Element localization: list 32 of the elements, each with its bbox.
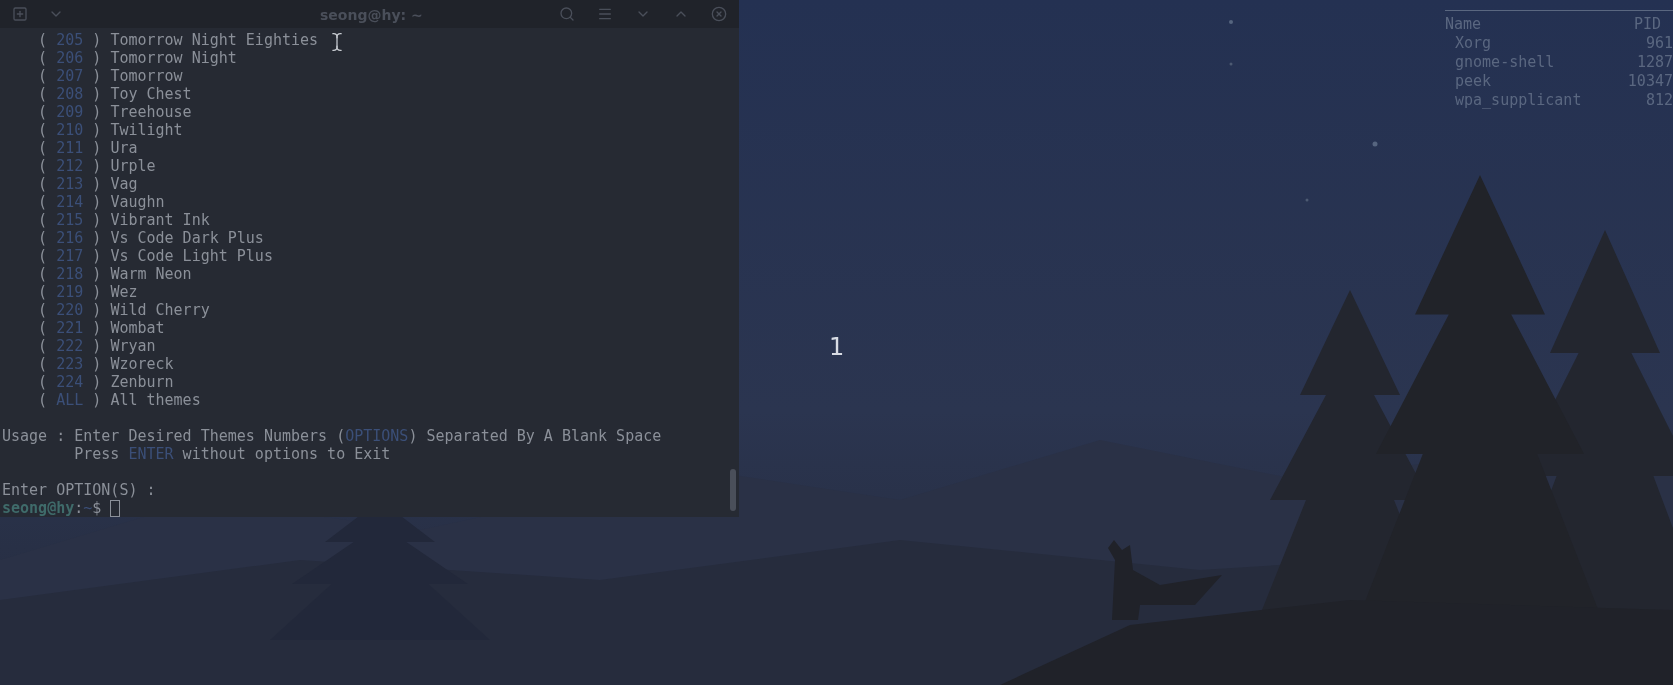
usage-line: Press ENTER without options to Exit bbox=[73, 445, 391, 463]
theme-option-line: ( 223 ) Wzoreck bbox=[37, 355, 174, 373]
text-cursor bbox=[110, 499, 121, 517]
theme-option-line: ( 220 ) Wild Cherry bbox=[37, 301, 210, 319]
theme-option-line: ( 207 ) Tomorrow bbox=[37, 67, 183, 85]
close-icon[interactable] bbox=[711, 6, 727, 22]
input-prompt: Enter OPTION(S) : bbox=[2, 481, 156, 499]
theme-option-line: ( 211 ) Ura bbox=[37, 139, 138, 157]
theme-option-line: ( 215 ) Vibrant Ink bbox=[37, 211, 210, 229]
theme-option-line: ( ALL ) All themes bbox=[37, 391, 201, 409]
theme-option-line: ( 219 ) Wez bbox=[37, 283, 138, 301]
theme-option-line: ( 208 ) Toy Chest bbox=[37, 85, 192, 103]
search-icon[interactable] bbox=[559, 6, 575, 22]
theme-option-line: ( 218 ) Warm Neon bbox=[37, 265, 192, 283]
theme-option-line: ( 217 ) Vs Code Light Plus bbox=[37, 247, 273, 265]
theme-option-line: ( 214 ) Vaughn bbox=[37, 193, 165, 211]
workspace-number: 1 bbox=[829, 332, 845, 363]
theme-option-line: ( 212 ) Urple bbox=[37, 157, 156, 175]
theme-option-line: ( 209 ) Treehouse bbox=[37, 103, 192, 121]
theme-option-line: ( 213 ) Vag bbox=[37, 175, 138, 193]
new-tab-icon[interactable] bbox=[12, 6, 28, 22]
usage-line: Usage : Enter Desired Themes Numbers (OPTIONS) Separated By A Blank Space bbox=[2, 427, 662, 445]
theme-option-line: ( 221 ) Wombat bbox=[37, 319, 165, 337]
scrollbar-thumb[interactable] bbox=[730, 469, 736, 511]
theme-option-line: ( 205 ) Tomorrow Night Eighties bbox=[37, 31, 319, 49]
theme-option-line: ( 216 ) Vs Code Dark Plus bbox=[37, 229, 264, 247]
theme-option-line: ( 222 ) Wryan bbox=[37, 337, 156, 355]
shell-prompt: seong@hy:~$ bbox=[2, 499, 103, 517]
menu-icon[interactable] bbox=[597, 6, 613, 22]
theme-option-line: ( 224 ) Zenburn bbox=[37, 373, 174, 391]
theme-option-line: ( 210 ) Twilight bbox=[37, 121, 183, 139]
theme-option-line: ( 206 ) Tomorrow Night bbox=[37, 49, 237, 67]
